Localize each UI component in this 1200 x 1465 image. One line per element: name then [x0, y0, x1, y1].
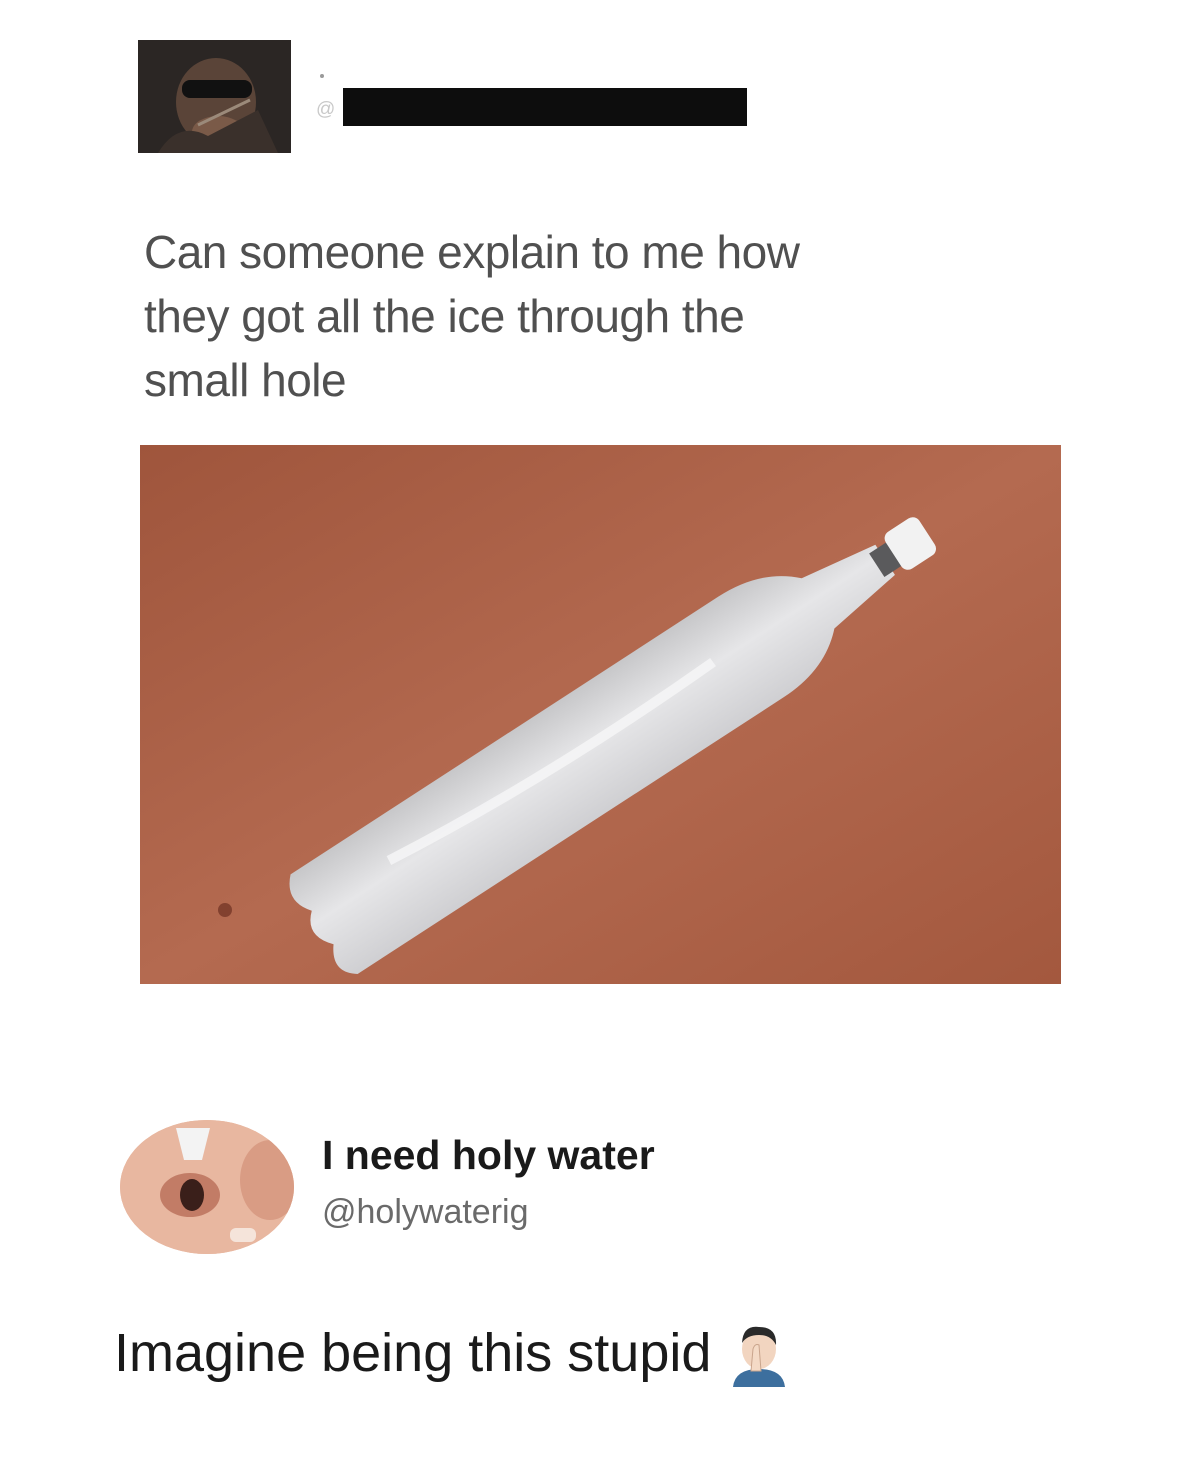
handle-at-symbol: @: [316, 99, 336, 120]
frozen-bottle-image: [140, 445, 1061, 984]
original-poster-avatar[interactable]: [138, 40, 291, 153]
reply-avatar[interactable]: [120, 1120, 294, 1254]
reply-text: Imagine being this stupid: [114, 1318, 793, 1388]
reply-display-name[interactable]: I need holy water: [322, 1130, 655, 1180]
post-attached-photo[interactable]: [140, 445, 1061, 984]
man-facepalming-icon: [725, 1319, 793, 1387]
reply-handle[interactable]: @holywaterig: [322, 1190, 529, 1234]
avatar-photo: [138, 40, 291, 153]
separator-dot: [320, 74, 324, 78]
redacted-username: [343, 88, 747, 126]
reply-text-content: Imagine being this stupid: [114, 1323, 712, 1383]
post-text: Can someone explain to me how they got a…: [144, 226, 800, 406]
avatar-photo: [120, 1120, 294, 1254]
